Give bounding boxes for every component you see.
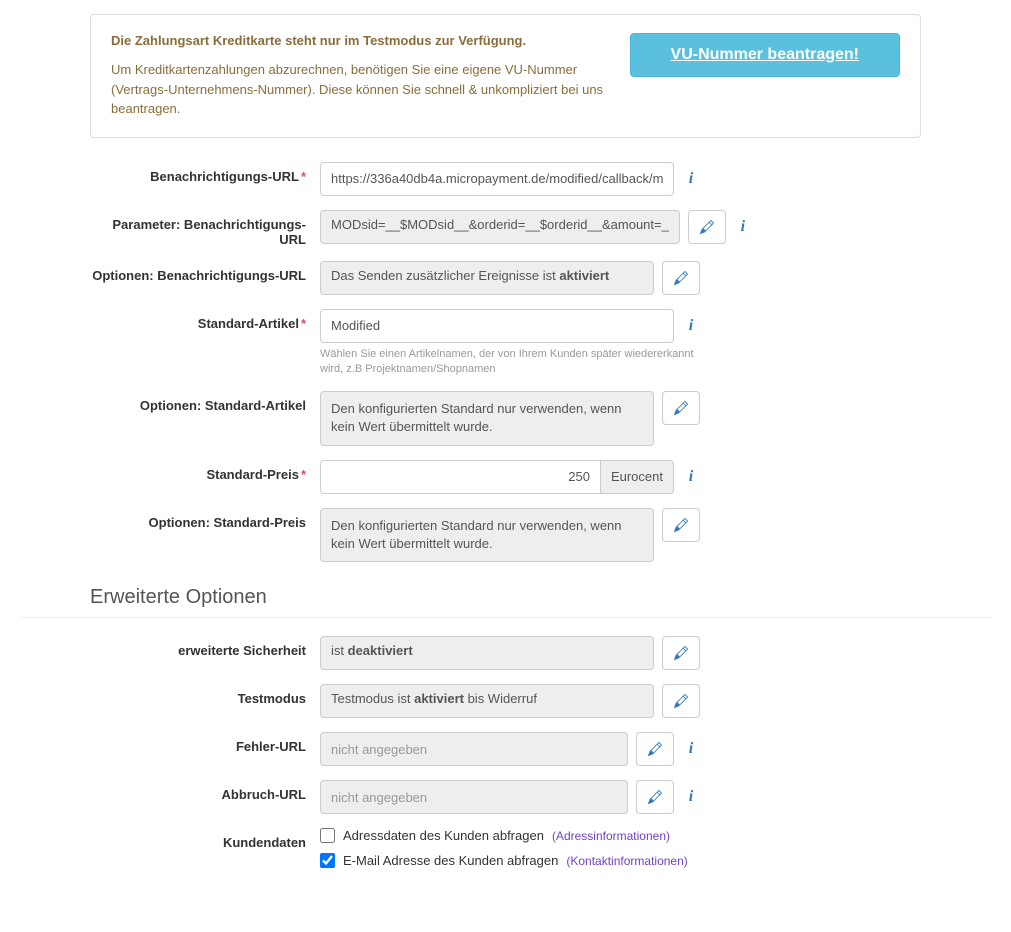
customer-address-hint[interactable]: (Adressinformationen) [552,829,670,843]
edit-button[interactable] [688,210,726,244]
info-icon[interactable]: i [734,210,752,244]
label-notify-url: Benachrichtigungs-URL* [90,162,320,184]
ext-security-value: ist deaktiviert [320,636,654,670]
label-ext-security: erweiterte Sicherheit [90,636,320,658]
edit-button[interactable] [662,508,700,542]
customer-address-checkbox[interactable] [320,828,335,843]
customer-email-checkbox[interactable] [320,853,335,868]
label-error-url: Fehler-URL [90,732,320,754]
info-icon[interactable]: i [682,309,700,343]
customer-email-label: E-Mail Adresse des Kunden abfragen [343,853,558,868]
customer-email-hint[interactable]: (Kontaktinformationen) [566,854,687,868]
label-notify-opts: Optionen: Benachrichtigungs-URL [90,261,320,283]
info-icon[interactable]: i [682,780,700,814]
std-price-unit: Eurocent [601,460,674,494]
edit-button[interactable] [662,684,700,718]
label-std-price-opts: Optionen: Standard-Preis [90,508,320,530]
edit-button[interactable] [662,391,700,425]
vu-alert: Die Zahlungsart Kreditkarte steht nur im… [90,14,921,138]
info-icon[interactable]: i [682,732,700,766]
pencil-icon [674,271,688,285]
pencil-icon [674,518,688,532]
section-extended-options: Erweiterte Optionen [20,576,991,618]
label-std-article-opts: Optionen: Standard-Artikel [90,391,320,413]
edit-button[interactable] [636,780,674,814]
vu-alert-title: Die Zahlungsart Kreditkarte steht nur im… [111,33,610,48]
notify-url-input[interactable] [320,162,674,196]
pencil-icon [648,790,662,804]
testmode-value: Testmodus ist aktiviert bis Widerruf [320,684,654,718]
label-std-article: Standard-Artikel* [90,309,320,331]
abort-url-input [320,780,628,814]
label-std-price: Standard-Preis* [90,460,320,482]
edit-button[interactable] [636,732,674,766]
pencil-icon [700,220,714,234]
label-abort-url: Abbruch-URL [90,780,320,802]
std-price-input[interactable] [320,460,601,494]
vu-alert-text: Die Zahlungsart Kreditkarte steht nur im… [111,33,610,119]
std-article-opts-value: Den konfigurierten Standard nur verwende… [320,391,654,445]
info-icon[interactable]: i [682,460,700,494]
notify-opts-value: Das Senden zusätzlicher Ereignisse ist a… [320,261,654,295]
edit-button[interactable] [662,636,700,670]
pencil-icon [648,742,662,756]
pencil-icon [674,646,688,660]
customer-address-label: Adressdaten des Kunden abfragen [343,828,544,843]
pencil-icon [674,401,688,415]
label-testmode: Testmodus [90,684,320,706]
label-notify-param: Parameter: Benachrichtigungs-URL [90,210,320,247]
edit-button[interactable] [662,261,700,295]
std-article-input[interactable] [320,309,674,343]
std-article-help: Wählen Sie einen Artikelnamen, der von I… [320,347,700,378]
pencil-icon [674,694,688,708]
vu-request-button[interactable]: VU-Nummer beantragen! [630,33,900,77]
notify-param-value: MODsid=__$MODsid__&orderid=__$orderid__&… [320,210,680,244]
label-customer: Kundendaten [90,828,320,850]
std-price-opts-value: Den konfigurierten Standard nur verwende… [320,508,654,562]
error-url-input [320,732,628,766]
vu-alert-desc: Um Kreditkartenzahlungen abzurechnen, be… [111,60,610,119]
info-icon[interactable]: i [682,162,700,196]
